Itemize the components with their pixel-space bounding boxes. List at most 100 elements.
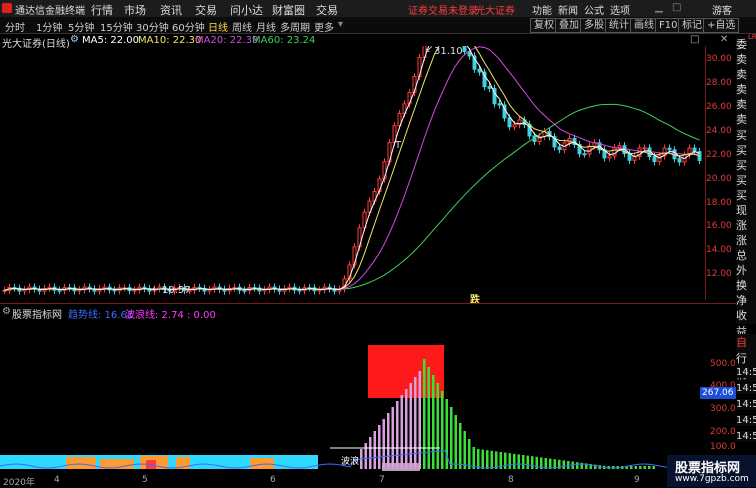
menu-jiaoyi[interactable]: 交易 bbox=[195, 2, 217, 18]
period-fenshi[interactable]: 分时 bbox=[5, 19, 25, 34]
indicator-bar bbox=[454, 415, 457, 469]
indicator-settings-icon[interactable]: ⚙ bbox=[2, 306, 11, 317]
date-tick: 4 bbox=[54, 475, 60, 485]
high-annotation: 31.10 bbox=[434, 46, 463, 57]
price-tick: 30.00 bbox=[706, 54, 732, 64]
indicator-bar bbox=[409, 383, 412, 469]
candle-body bbox=[657, 155, 662, 163]
candle-group bbox=[2, 46, 702, 295]
indicator-bar bbox=[472, 447, 475, 469]
price-tick: 26.00 bbox=[706, 102, 732, 112]
price-tick: 18.00 bbox=[706, 198, 732, 208]
indicator-bar bbox=[405, 389, 408, 469]
menu-xinwen[interactable]: 新闻 bbox=[558, 2, 578, 17]
add-watchlist-button[interactable]: +自选 bbox=[703, 18, 740, 33]
indicator-bar bbox=[418, 371, 421, 469]
period-month[interactable]: 月线 bbox=[256, 19, 276, 34]
ma10-label: MA10: 22.30 bbox=[138, 35, 202, 46]
indicator-bar bbox=[531, 456, 534, 469]
indicator-bar bbox=[495, 451, 498, 469]
candle-body bbox=[507, 117, 512, 128]
biaoji-button[interactable]: 标记 bbox=[678, 18, 706, 33]
ma5-line bbox=[4, 46, 700, 291]
indicator-bar bbox=[391, 407, 394, 469]
menu-hangqing[interactable]: 行情 bbox=[91, 2, 113, 18]
panel-lr-tag: LR bbox=[748, 33, 756, 41]
value-badge: 267.06 bbox=[700, 387, 736, 399]
low-annotation: 10.57 bbox=[162, 285, 191, 296]
panel-shouyi: 收益 bbox=[736, 307, 756, 338]
indicator-chart[interactable] bbox=[0, 320, 706, 475]
indicator-bar bbox=[562, 460, 565, 469]
period-15min[interactable]: 15分钟 bbox=[100, 19, 133, 34]
duogu-button[interactable]: 多股 bbox=[580, 18, 608, 33]
candle-body bbox=[497, 103, 502, 106]
broker-notice[interactable]: 光大证券 bbox=[475, 2, 515, 17]
indicator-label-wave: 波浪线: 2.74 : 0.00 bbox=[125, 310, 216, 321]
period-day[interactable]: 日线 bbox=[208, 19, 228, 34]
orange-band bbox=[250, 458, 274, 469]
chart-max-icon[interactable]: □ bbox=[690, 34, 699, 45]
menu-wenxiaoda[interactable]: 问小达 bbox=[230, 2, 263, 18]
indicator-label-trend: 趋势线: 16.61 bbox=[68, 310, 134, 321]
price-tick: 14.00 bbox=[706, 245, 732, 255]
candle-body bbox=[667, 147, 672, 151]
period-60min[interactable]: 60分钟 bbox=[172, 19, 205, 34]
menu-caifuquan[interactable]: 财富圈 bbox=[272, 2, 305, 18]
price-tick: 20.00 bbox=[706, 174, 732, 184]
candlestick-chart[interactable] bbox=[0, 46, 706, 300]
more-chevron-icon[interactable]: ▾ bbox=[338, 19, 343, 30]
menu-xuanxiang[interactable]: 选项 bbox=[610, 2, 630, 17]
period-week[interactable]: 周线 bbox=[232, 19, 252, 34]
menu-gongneng[interactable]: 功能 bbox=[532, 2, 552, 17]
ma5-label: MA5: 22.00 bbox=[82, 35, 140, 46]
watermark: 股票指标网 www.7gpzb.com bbox=[667, 455, 756, 487]
period-30min[interactable]: 30分钟 bbox=[136, 19, 169, 34]
menu-zixun[interactable]: 资讯 bbox=[160, 2, 182, 18]
huaxian-button[interactable]: 画线 bbox=[630, 18, 658, 33]
fuquan-button[interactable]: 复权 bbox=[530, 18, 558, 33]
low-arrow: ← bbox=[152, 284, 161, 295]
price-tick: 28.00 bbox=[706, 78, 732, 88]
chart-close-icon[interactable]: ✕ bbox=[720, 34, 728, 45]
period-5min[interactable]: 5分钟 bbox=[68, 19, 94, 34]
ind-tick: 100.0 bbox=[710, 442, 736, 452]
indicator-bar bbox=[504, 452, 507, 469]
ma60-label: MA60: 23.24 bbox=[252, 35, 316, 46]
indicator-bar bbox=[526, 455, 529, 469]
indicator-bar bbox=[441, 391, 444, 469]
ind-right-time: 14:50 bbox=[736, 367, 756, 378]
indicator-bar bbox=[634, 466, 637, 469]
indicator-bar bbox=[432, 375, 435, 469]
t-marker: T bbox=[395, 140, 402, 151]
indicator-bar bbox=[522, 455, 525, 469]
indicator-bar bbox=[396, 401, 399, 469]
window-maximize-icon[interactable]: □ bbox=[672, 2, 681, 13]
indicator-bar bbox=[400, 395, 403, 469]
indicator-bar bbox=[490, 450, 493, 469]
login-notice[interactable]: 证券交易未登录 bbox=[408, 2, 478, 17]
window-minimize-icon[interactable]: ▁ bbox=[655, 2, 663, 13]
indicator-bar bbox=[427, 367, 430, 469]
diejia-button[interactable]: 叠加 bbox=[555, 18, 583, 33]
date-tick: 8 bbox=[508, 475, 514, 485]
indicator-bar bbox=[450, 407, 453, 469]
indicator-bar bbox=[369, 437, 372, 469]
user-label[interactable]: 游客 bbox=[712, 2, 732, 17]
indicator-bar bbox=[436, 383, 439, 469]
tongji-button[interactable]: 统计 bbox=[605, 18, 633, 33]
menu-jiaoyi-2[interactable]: 交易 bbox=[316, 2, 338, 18]
date-tick: 5 bbox=[142, 475, 148, 485]
menu-gongshi[interactable]: 公式 bbox=[584, 2, 604, 17]
date-tick: 7 bbox=[379, 475, 385, 485]
candle-body bbox=[487, 86, 492, 89]
price-tick: 24.00 bbox=[706, 126, 732, 136]
candle-body bbox=[462, 46, 467, 53]
chart-settings-icon[interactable]: ⚙ bbox=[70, 34, 79, 45]
period-1min[interactable]: 1分钟 bbox=[36, 19, 62, 34]
candle-body bbox=[112, 289, 117, 292]
period-more[interactable]: 更多 bbox=[314, 19, 334, 34]
menu-shichang[interactable]: 市场 bbox=[124, 2, 146, 18]
candle-body bbox=[582, 153, 587, 156]
period-multi[interactable]: 多周期 bbox=[280, 19, 310, 34]
